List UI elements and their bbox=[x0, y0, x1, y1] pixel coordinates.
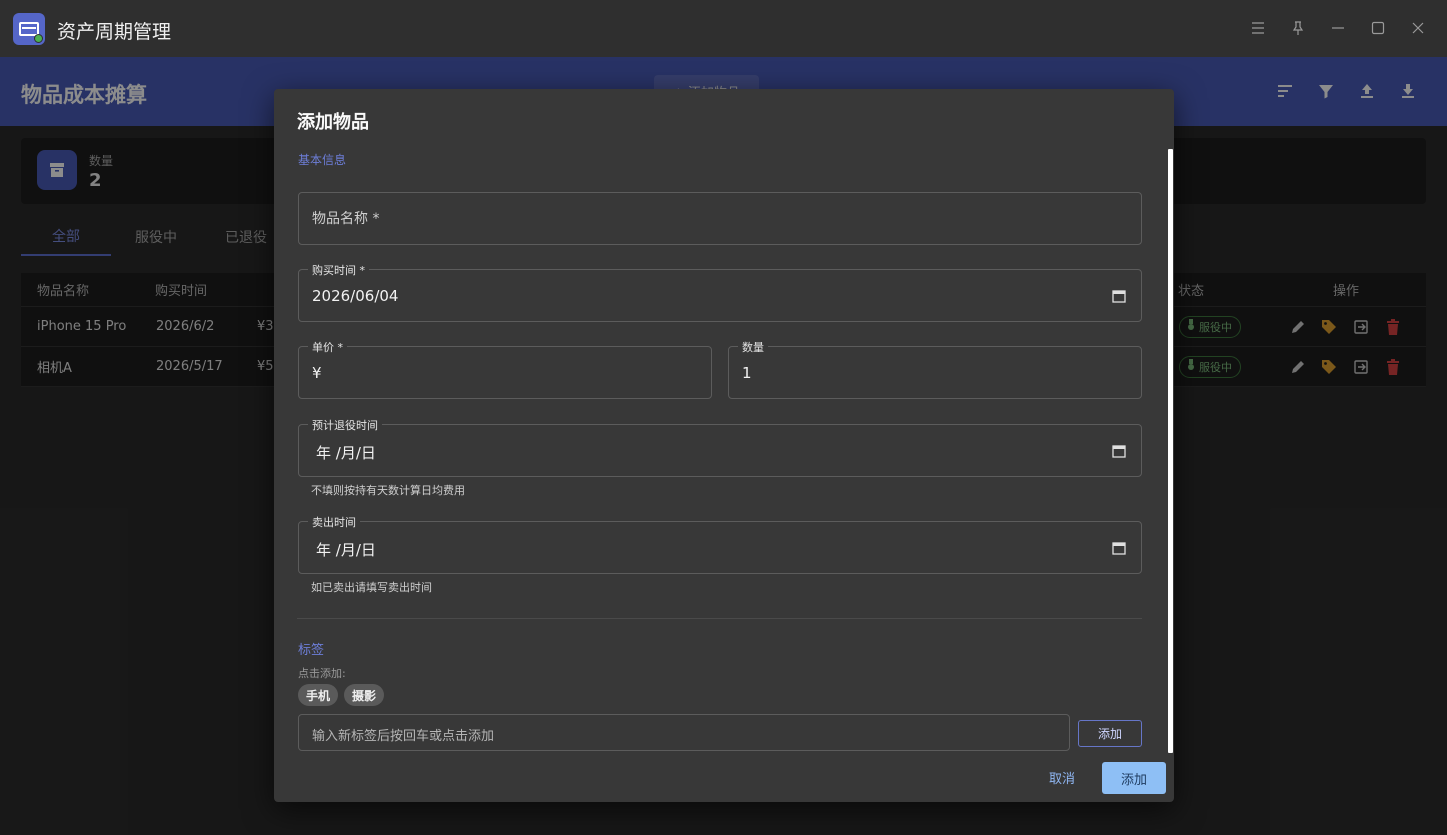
new-tag-input[interactable]: 输入新标签后按回车或点击添加 bbox=[298, 714, 1070, 751]
calendar-icon[interactable] bbox=[1112, 443, 1126, 458]
pin-icon[interactable] bbox=[1286, 16, 1310, 40]
menu-icon[interactable] bbox=[1246, 16, 1270, 40]
retire-date-value: 年 /月/日 bbox=[316, 444, 376, 462]
tag-chip-photography[interactable]: 摄影 bbox=[344, 684, 384, 706]
purchase-date-field[interactable]: 购买时间 * 2026/06/04 bbox=[298, 262, 1142, 322]
submit-add-button[interactable]: 添加 bbox=[1102, 762, 1166, 794]
purchase-date-label: 购买时间 * bbox=[308, 262, 369, 278]
cancel-button[interactable]: 取消 bbox=[1037, 764, 1087, 790]
close-icon[interactable] bbox=[1406, 16, 1430, 40]
click-to-add-label: 点击添加: bbox=[298, 667, 346, 680]
section-tags: 标签 bbox=[298, 643, 325, 658]
tag-chip-phone[interactable]: 手机 bbox=[298, 684, 338, 706]
retire-date-helper: 不填则按持有天数计算日均费用 bbox=[311, 484, 465, 497]
retire-date-label: 预计退役时间 bbox=[308, 417, 382, 433]
new-tag-placeholder: 输入新标签后按回车或点击添加 bbox=[312, 729, 495, 744]
quantity-label: 数量 bbox=[738, 339, 768, 355]
add-tag-button[interactable]: 添加 bbox=[1078, 720, 1142, 747]
scrollbar[interactable] bbox=[1168, 149, 1173, 753]
sold-date-field[interactable]: 卖出时间 年 /月/日 bbox=[298, 514, 1142, 574]
app-logo-icon bbox=[13, 13, 45, 45]
section-basic-info: 基本信息 bbox=[298, 153, 347, 167]
minimize-icon[interactable] bbox=[1326, 16, 1350, 40]
calendar-icon[interactable] bbox=[1112, 288, 1126, 303]
title-bar: 资产周期管理 bbox=[0, 0, 1447, 57]
sold-date-label: 卖出时间 bbox=[308, 514, 360, 530]
item-name-placeholder: 物品名称 * bbox=[312, 211, 380, 227]
quantity-value: 1 bbox=[742, 364, 752, 382]
sold-date-value: 年 /月/日 bbox=[316, 541, 376, 559]
sold-date-helper: 如已卖出请填写卖出时间 bbox=[311, 581, 432, 594]
add-item-dialog: 添加物品 基本信息 物品名称 * 购买时间 * 2026/06/04 单价 * … bbox=[274, 89, 1174, 802]
app-title: 资产周期管理 bbox=[57, 21, 172, 43]
item-name-field[interactable]: 物品名称 * bbox=[298, 192, 1142, 245]
calendar-icon[interactable] bbox=[1112, 540, 1126, 555]
maximize-icon[interactable] bbox=[1366, 16, 1390, 40]
unit-price-label: 单价 * bbox=[308, 339, 347, 355]
unit-price-field[interactable]: 单价 * ¥ bbox=[298, 339, 712, 399]
quantity-field[interactable]: 数量 1 bbox=[728, 339, 1142, 399]
section-divider bbox=[297, 618, 1142, 619]
retire-date-field[interactable]: 预计退役时间 年 /月/日 bbox=[298, 417, 1142, 477]
unit-price-prefix: ¥ bbox=[312, 364, 322, 382]
dialog-title: 添加物品 bbox=[297, 112, 369, 133]
purchase-date-value: 2026/06/04 bbox=[312, 287, 399, 305]
